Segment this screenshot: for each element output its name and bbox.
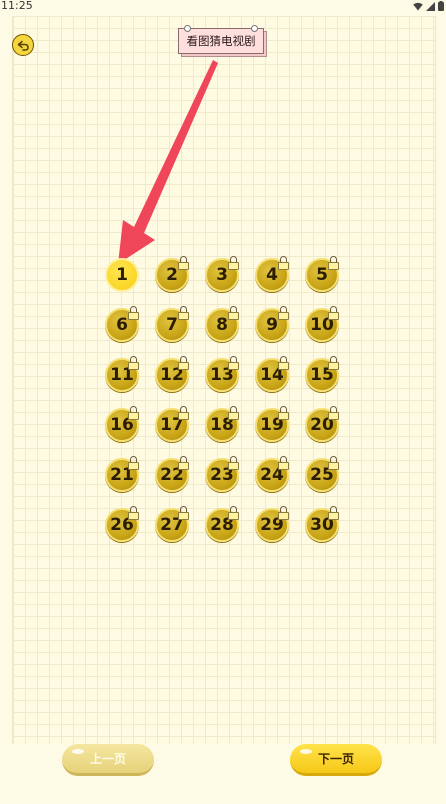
level-number: 1 [116,265,128,285]
lock-icon [278,356,289,370]
level-button-4[interactable]: 4 [255,256,289,292]
lock-icon [278,306,289,320]
level-button-30[interactable]: 30 [305,506,339,542]
level-button-6[interactable]: 6 [105,306,139,342]
level-button-3[interactable]: 3 [205,256,239,292]
lock-icon [128,506,139,520]
lock-icon [328,456,339,470]
lock-icon [278,456,289,470]
level-button-22[interactable]: 22 [155,456,189,492]
level-button-28[interactable]: 28 [205,506,239,542]
level-button-26[interactable]: 26 [105,506,139,542]
lock-icon [328,306,339,320]
level-number: 6 [116,315,128,335]
level-button-7[interactable]: 7 [155,306,189,342]
red-arrow-pointer [118,60,218,264]
level-button-14[interactable]: 14 [255,356,289,392]
level-button-15[interactable]: 15 [305,356,339,392]
lock-icon [128,456,139,470]
lock-icon [278,256,289,270]
level-button-23[interactable]: 23 [205,456,239,492]
lock-icon [178,256,189,270]
level-button-13[interactable]: 13 [205,356,239,392]
lock-icon [278,406,289,420]
lock-icon [128,406,139,420]
lock-icon [178,456,189,470]
level-button-29[interactable]: 29 [255,506,289,542]
lock-icon [178,506,189,520]
level-button-12[interactable]: 12 [155,356,189,392]
level-button-20[interactable]: 20 [305,406,339,442]
level-button-11[interactable]: 11 [105,356,139,392]
level-number: 4 [266,265,278,285]
lock-icon [328,256,339,270]
level-number: 3 [216,265,228,285]
level-button-21[interactable]: 21 [105,456,139,492]
level-button-5[interactable]: 5 [305,256,339,292]
lock-icon [178,406,189,420]
level-button-16[interactable]: 16 [105,406,139,442]
level-number: 7 [166,315,178,335]
level-button-25[interactable]: 25 [305,456,339,492]
level-button-8[interactable]: 8 [205,306,239,342]
lock-icon [128,356,139,370]
level-button-19[interactable]: 19 [255,406,289,442]
level-button-27[interactable]: 27 [155,506,189,542]
level-number: 5 [316,265,328,285]
lock-icon [228,406,239,420]
level-number: 9 [266,315,278,335]
lock-icon [128,306,139,320]
level-number: 2 [166,265,178,285]
lock-icon [228,456,239,470]
lock-icon [228,306,239,320]
prev-page-button[interactable]: 上一页 [62,744,154,776]
lock-icon [278,506,289,520]
level-button-10[interactable]: 10 [305,306,339,342]
lock-icon [228,506,239,520]
lock-icon [328,406,339,420]
lock-icon [228,356,239,370]
prev-page-label: 上一页 [89,752,126,766]
level-button-2[interactable]: 2 [155,256,189,292]
level-button-18[interactable]: 18 [205,406,239,442]
next-page-button[interactable]: 下一页 [290,744,382,776]
level-button-9[interactable]: 9 [255,306,289,342]
level-button-17[interactable]: 17 [155,406,189,442]
lock-icon [178,356,189,370]
level-button-24[interactable]: 24 [255,456,289,492]
lock-icon [328,506,339,520]
button-shine [72,749,84,754]
lock-icon [178,306,189,320]
button-shine [300,749,312,754]
lock-icon [228,256,239,270]
lock-icon [328,356,339,370]
level-number: 8 [216,315,228,335]
level-button-1[interactable]: 1 [105,258,139,292]
next-page-label: 下一页 [317,752,354,766]
